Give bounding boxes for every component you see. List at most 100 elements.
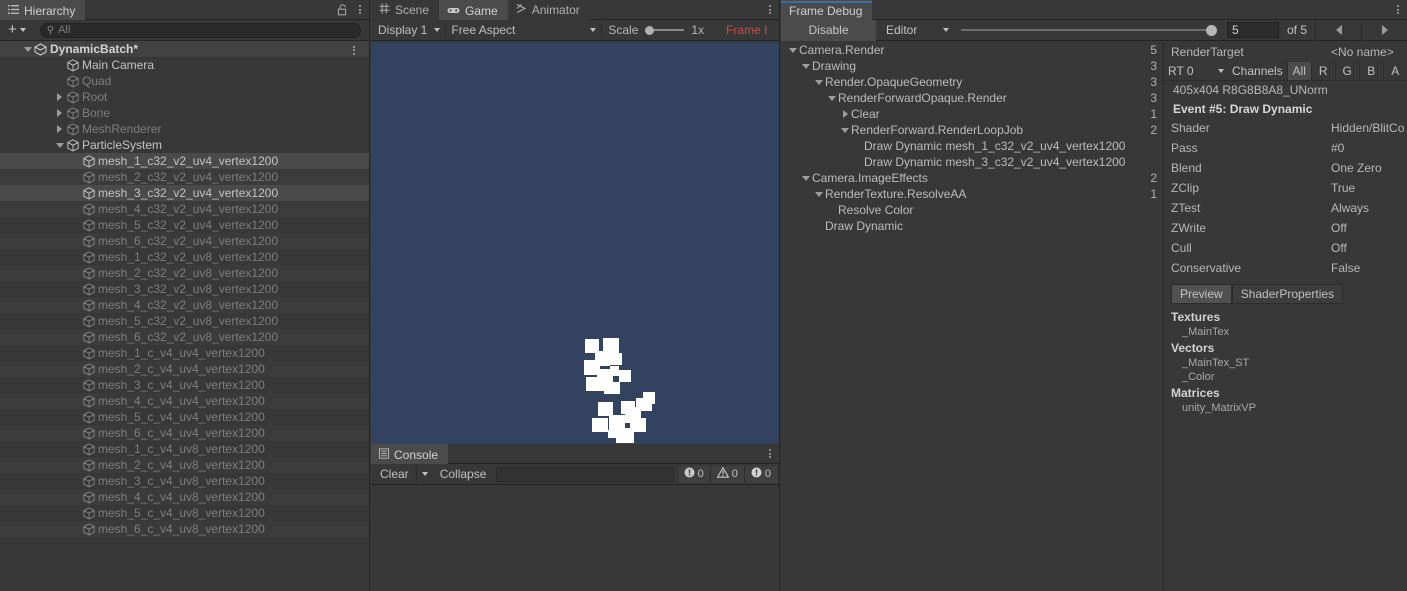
frame-debug-event-row[interactable]: Drawing 3	[781, 58, 1163, 74]
clear-button[interactable]: Clear	[373, 464, 416, 485]
hierarchy-item[interactable]: mesh_5_c32_v2_uv4_vertex1200	[0, 217, 369, 233]
console-search-input[interactable]	[496, 466, 674, 482]
hierarchy-item[interactable]: mesh_3_c_v4_uv8_vertex1200	[0, 473, 369, 489]
frame-debug-event-row[interactable]: Clear 1	[781, 106, 1163, 122]
target-dropdown[interactable]: Editor	[876, 20, 955, 41]
hierarchy-item-menu-icon[interactable]	[345, 44, 363, 56]
hierarchy-item[interactable]: mesh_2_c_v4_uv8_vertex1200	[0, 457, 369, 473]
frame-debug-event-row[interactable]: Draw Dynamic	[781, 218, 1163, 234]
hierarchy-item[interactable]: mesh_4_c32_v2_uv4_vertex1200	[0, 201, 369, 217]
chevron-down-icon[interactable]	[22, 46, 33, 52]
chevron-down-icon[interactable]	[839, 127, 851, 133]
next-event-button[interactable]	[1361, 19, 1407, 41]
hierarchy-item[interactable]: DynamicBatch*	[0, 41, 369, 57]
hierarchy-item[interactable]: MeshRenderer	[0, 121, 369, 137]
event-index-input[interactable]: 5	[1226, 22, 1279, 38]
add-gameobject-button[interactable]: +	[4, 22, 32, 37]
warning-count[interactable]: 0	[709, 465, 744, 483]
chevron-down-icon[interactable]	[826, 95, 838, 101]
hierarchy-item[interactable]: mesh_6_c32_v2_uv4_vertex1200	[0, 233, 369, 249]
game-view[interactable]	[371, 42, 779, 444]
scale-slider-knob[interactable]	[645, 25, 655, 35]
console-log-list[interactable]	[371, 486, 779, 591]
chevron-down-icon[interactable]	[813, 191, 825, 197]
hierarchy-item[interactable]: mesh_4_c_v4_uv8_vertex1200	[0, 489, 369, 505]
disable-button[interactable]: Disable	[781, 19, 876, 41]
hierarchy-item[interactable]: mesh_1_c_v4_uv8_vertex1200	[0, 441, 369, 457]
frame-debug-event-row[interactable]: Draw Dynamic mesh_1_c32_v2_uv4_vertex120…	[781, 138, 1163, 154]
hierarchy-item[interactable]: mesh_2_c32_v2_uv4_vertex1200	[0, 169, 369, 185]
preview-tab-shaderproperties[interactable]: ShaderProperties	[1231, 284, 1344, 304]
hierarchy-item[interactable]: mesh_3_c32_v2_uv8_vertex1200	[0, 281, 369, 297]
frame-debug-event-row[interactable]: Render.OpaqueGeometry 3	[781, 74, 1163, 90]
channel-button-all[interactable]: All	[1286, 62, 1311, 80]
frame-debug-event-tree[interactable]: Camera.Render 5 Drawing 3 Render.OpaqueGeome…	[781, 42, 1163, 591]
frame-debug-event-row[interactable]: Camera.Render 5	[781, 42, 1163, 58]
hierarchy-item[interactable]: mesh_3_c_v4_uv4_vertex1200	[0, 377, 369, 393]
hierarchy-item[interactable]: ParticleSystem	[0, 137, 369, 153]
hierarchy-item[interactable]: mesh_6_c32_v2_uv8_vertex1200	[0, 329, 369, 345]
aspect-dropdown[interactable]: Free Aspect	[446, 20, 601, 41]
channel-button-group[interactable]: All R G B A	[1286, 62, 1407, 80]
hierarchy-tree[interactable]: DynamicBatch* Main Camera Quad Root Bone Mesh…	[0, 41, 369, 591]
hierarchy-item[interactable]: Main Camera	[0, 57, 369, 73]
hierarchy-item[interactable]: mesh_5_c_v4_uv8_vertex1200	[0, 505, 369, 521]
console-menu-icon[interactable]	[761, 444, 779, 463]
hierarchy-item[interactable]: mesh_4_c32_v2_uv8_vertex1200	[0, 297, 369, 313]
hierarchy-item[interactable]: mesh_2_c_v4_uv4_vertex1200	[0, 361, 369, 377]
event-slider[interactable]	[955, 20, 1223, 41]
hierarchy-item[interactable]: mesh_5_c32_v2_uv8_vertex1200	[0, 313, 369, 329]
tab-game[interactable]: Game	[439, 0, 508, 20]
hierarchy-item[interactable]: mesh_1_c32_v2_uv4_vertex1200	[0, 153, 369, 169]
frame-debug-event-row[interactable]: RenderForward.RenderLoopJob 2	[781, 122, 1163, 138]
frame-debug-event-row[interactable]: RenderForwardOpaque.Render 3	[781, 90, 1163, 106]
frame-debug-event-row[interactable]: Camera.ImageEffects 2	[781, 170, 1163, 186]
hierarchy-item[interactable]: mesh_1_c32_v2_uv8_vertex1200	[0, 249, 369, 265]
chevron-right-icon[interactable]	[54, 125, 65, 133]
chevron-down-icon[interactable]	[800, 175, 812, 181]
channel-button-a[interactable]: A	[1382, 62, 1407, 80]
tab-scene[interactable]: Scene	[371, 0, 440, 20]
chevron-down-icon[interactable]	[800, 63, 812, 69]
chevron-right-icon[interactable]	[54, 109, 65, 117]
hierarchy-item[interactable]: mesh_6_c_v4_uv4_vertex1200	[0, 425, 369, 441]
hierarchy-item[interactable]: Bone	[0, 105, 369, 121]
tab-hierarchy[interactable]: Hierarchy	[0, 0, 86, 20]
hierarchy-item[interactable]: mesh_5_c_v4_uv4_vertex1200	[0, 409, 369, 425]
hierarchy-item[interactable]: Quad	[0, 73, 369, 89]
event-slider-knob[interactable]	[1205, 24, 1217, 36]
chevron-down-icon[interactable]	[787, 47, 799, 53]
hierarchy-menu-icon[interactable]	[351, 0, 369, 19]
preview-tab-group[interactable]: Preview ShaderProperties	[1171, 284, 1407, 304]
hierarchy-item[interactable]: mesh_4_c_v4_uv4_vertex1200	[0, 393, 369, 409]
scale-slider[interactable]: Scale 1x	[602, 23, 710, 37]
tab-frame-debug[interactable]: Frame Debug	[781, 0, 873, 20]
prev-event-button[interactable]	[1315, 19, 1361, 41]
display-dropdown[interactable]: Display 1	[373, 20, 445, 41]
channel-button-b[interactable]: B	[1358, 62, 1383, 80]
frame-debug-event-row[interactable]: Resolve Color	[781, 202, 1163, 218]
chevron-down-icon[interactable]	[54, 142, 65, 148]
channel-button-r[interactable]: R	[1310, 62, 1335, 80]
preview-tab-preview[interactable]: Preview	[1171, 284, 1232, 304]
chevron-down-icon[interactable]	[813, 79, 825, 85]
chevron-right-icon[interactable]	[54, 93, 65, 101]
game-menu-icon[interactable]	[761, 0, 779, 19]
collapse-button[interactable]: Collapse	[433, 464, 494, 485]
chevron-right-icon[interactable]	[839, 110, 851, 118]
frame-debug-menu-icon[interactable]	[1389, 0, 1407, 19]
info-count[interactable]: 0	[676, 465, 710, 483]
frame-debug-event-row[interactable]: Draw Dynamic mesh_3_c32_v2_uv4_vertex120…	[781, 154, 1163, 170]
rt-select-dropdown[interactable]: RT 0	[1164, 62, 1228, 80]
hierarchy-item[interactable]: mesh_1_c_v4_uv4_vertex1200	[0, 345, 369, 361]
hierarchy-item[interactable]: Root	[0, 89, 369, 105]
hierarchy-item[interactable]: mesh_3_c32_v2_uv4_vertex1200	[0, 185, 369, 201]
channel-button-g[interactable]: G	[1334, 62, 1359, 80]
lock-icon[interactable]	[333, 0, 351, 19]
frame-label[interactable]: Frame I	[726, 23, 767, 37]
search-input[interactable]: ⚲ All	[39, 22, 361, 38]
tab-console[interactable]: Console	[371, 444, 449, 464]
clear-dropdown[interactable]	[417, 464, 433, 485]
hierarchy-item[interactable]: mesh_6_c_v4_uv8_vertex1200	[0, 521, 369, 537]
error-count[interactable]: 0	[743, 465, 777, 483]
